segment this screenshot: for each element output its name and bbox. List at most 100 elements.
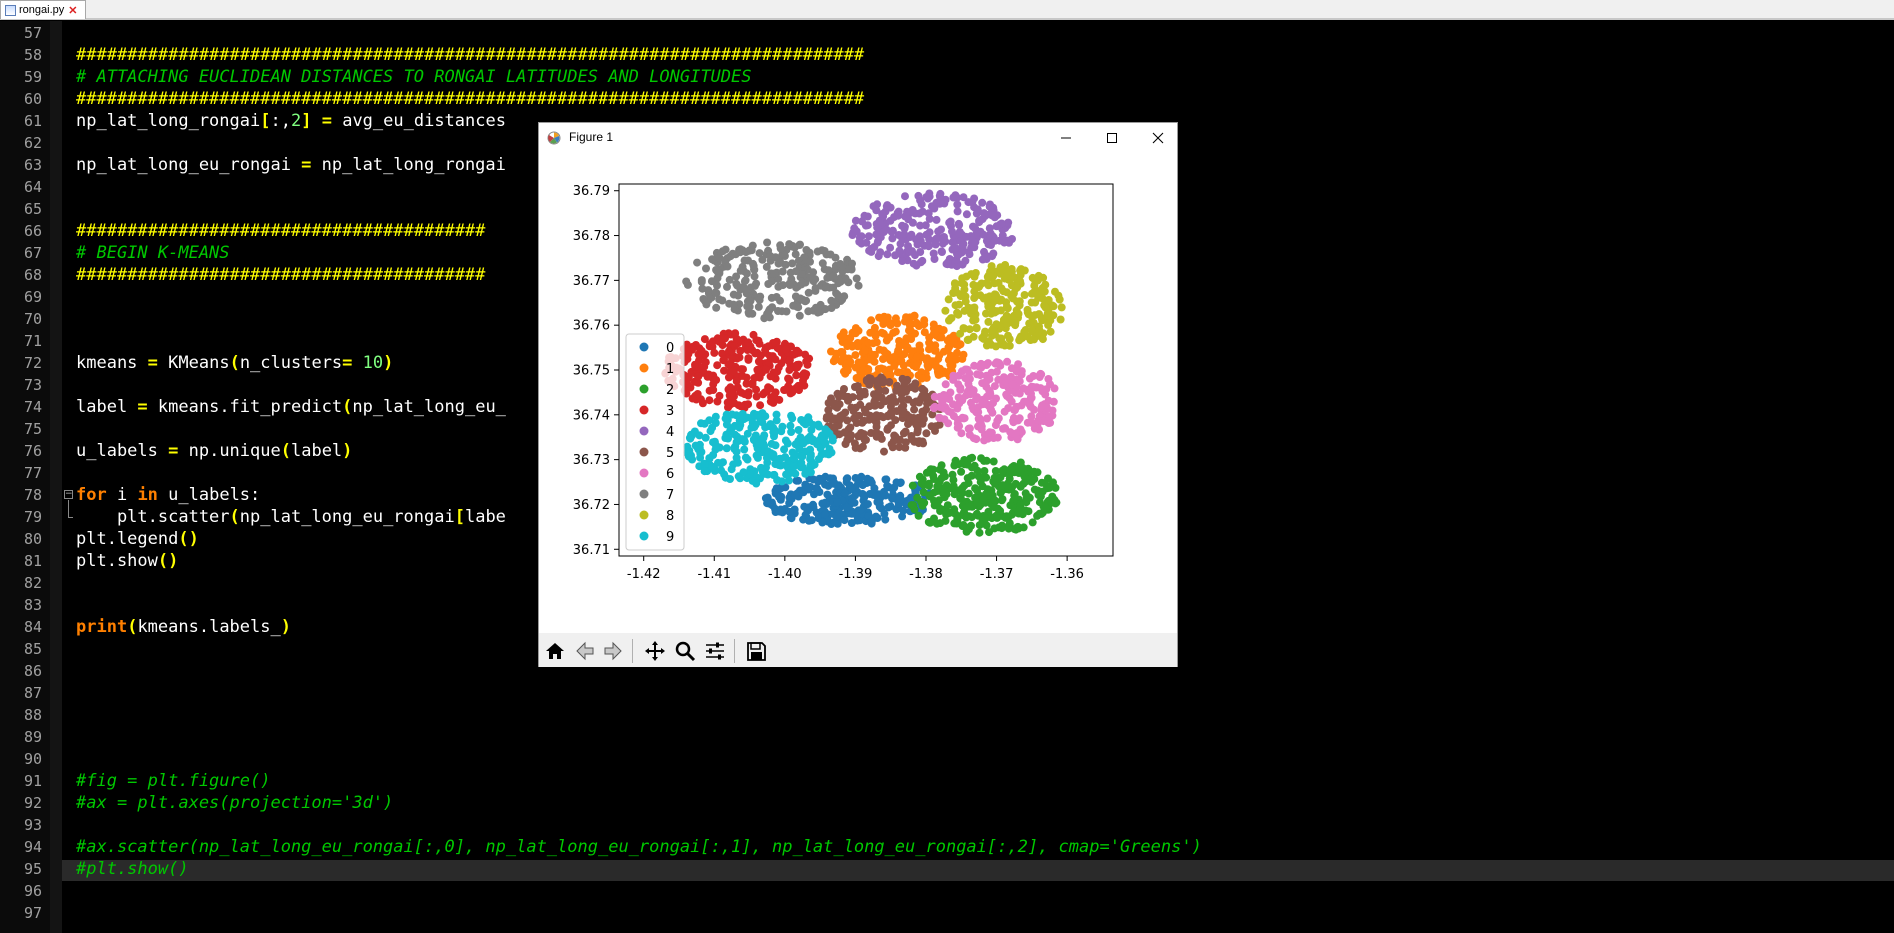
- scatter-point-cluster-9: [782, 470, 791, 479]
- scatter-point-cluster-3: [709, 386, 718, 394]
- figure-titlebar[interactable]: Figure 1: [539, 123, 1177, 153]
- close-button[interactable]: [1135, 123, 1181, 153]
- scatter-point-cluster-2: [967, 463, 976, 472]
- scatter-point-cluster-6: [980, 436, 989, 445]
- scatter-point-cluster-2: [981, 514, 990, 523]
- fold-margin[interactable]: [50, 21, 62, 933]
- scatter-point-cluster-9: [732, 447, 741, 456]
- scatter-point-cluster-0: [794, 476, 803, 485]
- code-line[interactable]: ########################################: [76, 264, 485, 286]
- maximize-button[interactable]: [1089, 123, 1135, 153]
- scatter-point-cluster-2: [1006, 465, 1015, 474]
- minimize-button[interactable]: [1043, 123, 1089, 153]
- legend-marker-2: [639, 384, 649, 394]
- code-line[interactable]: ########################################…: [76, 44, 864, 66]
- scatter-point-cluster-9: [767, 439, 776, 448]
- x-tick-label: -1.42: [627, 567, 661, 582]
- scatter-point-cluster-8: [1051, 287, 1059, 296]
- legend-marker-9: [639, 531, 649, 541]
- scatter-point-cluster-7: [829, 283, 838, 292]
- y-tick-label: 36.73: [573, 453, 610, 468]
- code-line[interactable]: ########################################: [76, 220, 485, 242]
- scatter-point-cluster-0: [840, 489, 849, 498]
- scatter-point-cluster-7: [682, 277, 691, 286]
- scatter-point-cluster-2: [935, 465, 944, 474]
- code-line[interactable]: #ax.scatter(np_lat_long_eu_rongai[:,0], …: [76, 836, 1202, 858]
- code-line[interactable]: for i in u_labels:: [76, 484, 260, 506]
- scatter-point-cluster-9: [798, 452, 807, 461]
- home-button[interactable]: [541, 637, 569, 665]
- scatter-point-cluster-0: [818, 475, 827, 484]
- scatter-point-cluster-8: [994, 278, 1003, 287]
- scatter-point-cluster-7: [754, 302, 763, 311]
- scatter-point-cluster-2: [924, 518, 933, 526]
- configure-button[interactable]: [701, 637, 729, 665]
- tab-rongai[interactable]: rongai.py ✕: [0, 0, 86, 19]
- scatter-point-cluster-3: [720, 355, 728, 364]
- code-line[interactable]: np_lat_long_rongai[:,2] = avg_eu_distanc…: [76, 110, 506, 132]
- scatter-point-cluster-0: [843, 474, 852, 483]
- back-button[interactable]: [571, 637, 599, 665]
- scatter-point-cluster-4: [882, 225, 891, 234]
- line-number: 92: [23, 794, 42, 812]
- scatter-point-cluster-8: [974, 283, 983, 292]
- zoom-button[interactable]: [671, 637, 699, 665]
- code-line[interactable]: # BEGIN K-MEANS: [76, 242, 230, 264]
- fold-toggle-icon[interactable]: −: [64, 490, 73, 499]
- forward-button[interactable]: [599, 637, 627, 665]
- scatter-point-cluster-3: [691, 360, 699, 369]
- scatter-chart[interactable]: -1.42 -1.41 -1.40 -1.39 -1.38 -1.37 -1.36 36.71…: [539, 153, 1177, 633]
- scatter-point-cluster-7: [766, 252, 775, 260]
- save-figure-button[interactable]: [742, 637, 770, 665]
- code-line[interactable]: u_labels = np.unique(label): [76, 440, 352, 462]
- scatter-point-cluster-2: [948, 470, 957, 479]
- scatter-point-cluster-3: [713, 361, 722, 370]
- legend-marker-1: [639, 363, 649, 373]
- scatter-point-cluster-6: [939, 391, 948, 399]
- x-tick-label: -1.39: [839, 567, 873, 582]
- code-line[interactable]: plt.legend(): [76, 528, 199, 550]
- code-line[interactable]: ########################################…: [76, 88, 864, 110]
- scatter-point-cluster-5: [913, 415, 922, 423]
- scatter-point-cluster-4: [962, 232, 971, 241]
- scatter-point-cluster-1: [854, 374, 863, 383]
- scatter-point-cluster-5: [897, 403, 906, 412]
- scatter-point-cluster-8: [1056, 315, 1065, 324]
- legend-label-2: 2: [666, 383, 674, 398]
- code-line[interactable]: plt.show(): [76, 550, 178, 572]
- code-line[interactable]: np_lat_long_eu_rongai = np_lat_long_rong…: [76, 154, 506, 176]
- legend-label-6: 6: [666, 467, 674, 482]
- scatter-point-cluster-9: [772, 410, 781, 419]
- code-line[interactable]: # ATTACHING EUCLIDEAN DISTANCES TO RONGA…: [76, 66, 752, 88]
- scatter-point-cluster-7: [770, 269, 779, 278]
- code-line[interactable]: print(kmeans.labels_): [76, 616, 291, 638]
- line-number: 77: [23, 464, 42, 482]
- code-line[interactable]: #plt.show(): [76, 858, 189, 880]
- pan-button[interactable]: [641, 637, 669, 665]
- figure-window[interactable]: Figure 1 -1.42 -1.41 -1.40 -1.39 -1.38 -1.37-…: [538, 122, 1178, 667]
- code-line[interactable]: #ax = plt.axes(projection='3d'): [76, 792, 393, 814]
- legend-label-3: 3: [666, 404, 674, 419]
- scatter-point-cluster-8: [1029, 318, 1038, 327]
- scatter-point-cluster-3: [756, 351, 765, 360]
- scatter-point-cluster-8: [982, 309, 990, 318]
- code-line[interactable]: #fig = plt.figure(): [76, 770, 270, 792]
- code-line[interactable]: kmeans = KMeans(n_clusters= 10): [76, 352, 393, 374]
- line-number: 64: [23, 178, 42, 196]
- scatter-point-cluster-6: [1012, 367, 1021, 376]
- scatter-point-cluster-8: [985, 337, 993, 346]
- plot-canvas[interactable]: -1.42 -1.41 -1.40 -1.39 -1.38 -1.37 -1.36 36.71…: [539, 153, 1177, 633]
- scatter-point-cluster-0: [821, 510, 829, 519]
- scatter-point-cluster-0: [809, 503, 818, 512]
- scatter-point-cluster-4: [916, 221, 925, 230]
- scatter-point-cluster-4: [914, 191, 923, 200]
- scatter-point-cluster-8: [941, 306, 950, 315]
- code-line[interactable]: label = kmeans.fit_predict(np_lat_long_e…: [76, 396, 506, 418]
- save-icon: [747, 642, 766, 661]
- scatter-point-cluster-5: [931, 422, 940, 431]
- tab-close-icon[interactable]: ✕: [68, 4, 77, 17]
- x-tick-label: -1.38: [909, 567, 943, 582]
- scatter-point-cluster-5: [835, 430, 844, 439]
- scatter-point-cluster-2: [993, 513, 1002, 522]
- scatter-point-cluster-2: [960, 481, 969, 490]
